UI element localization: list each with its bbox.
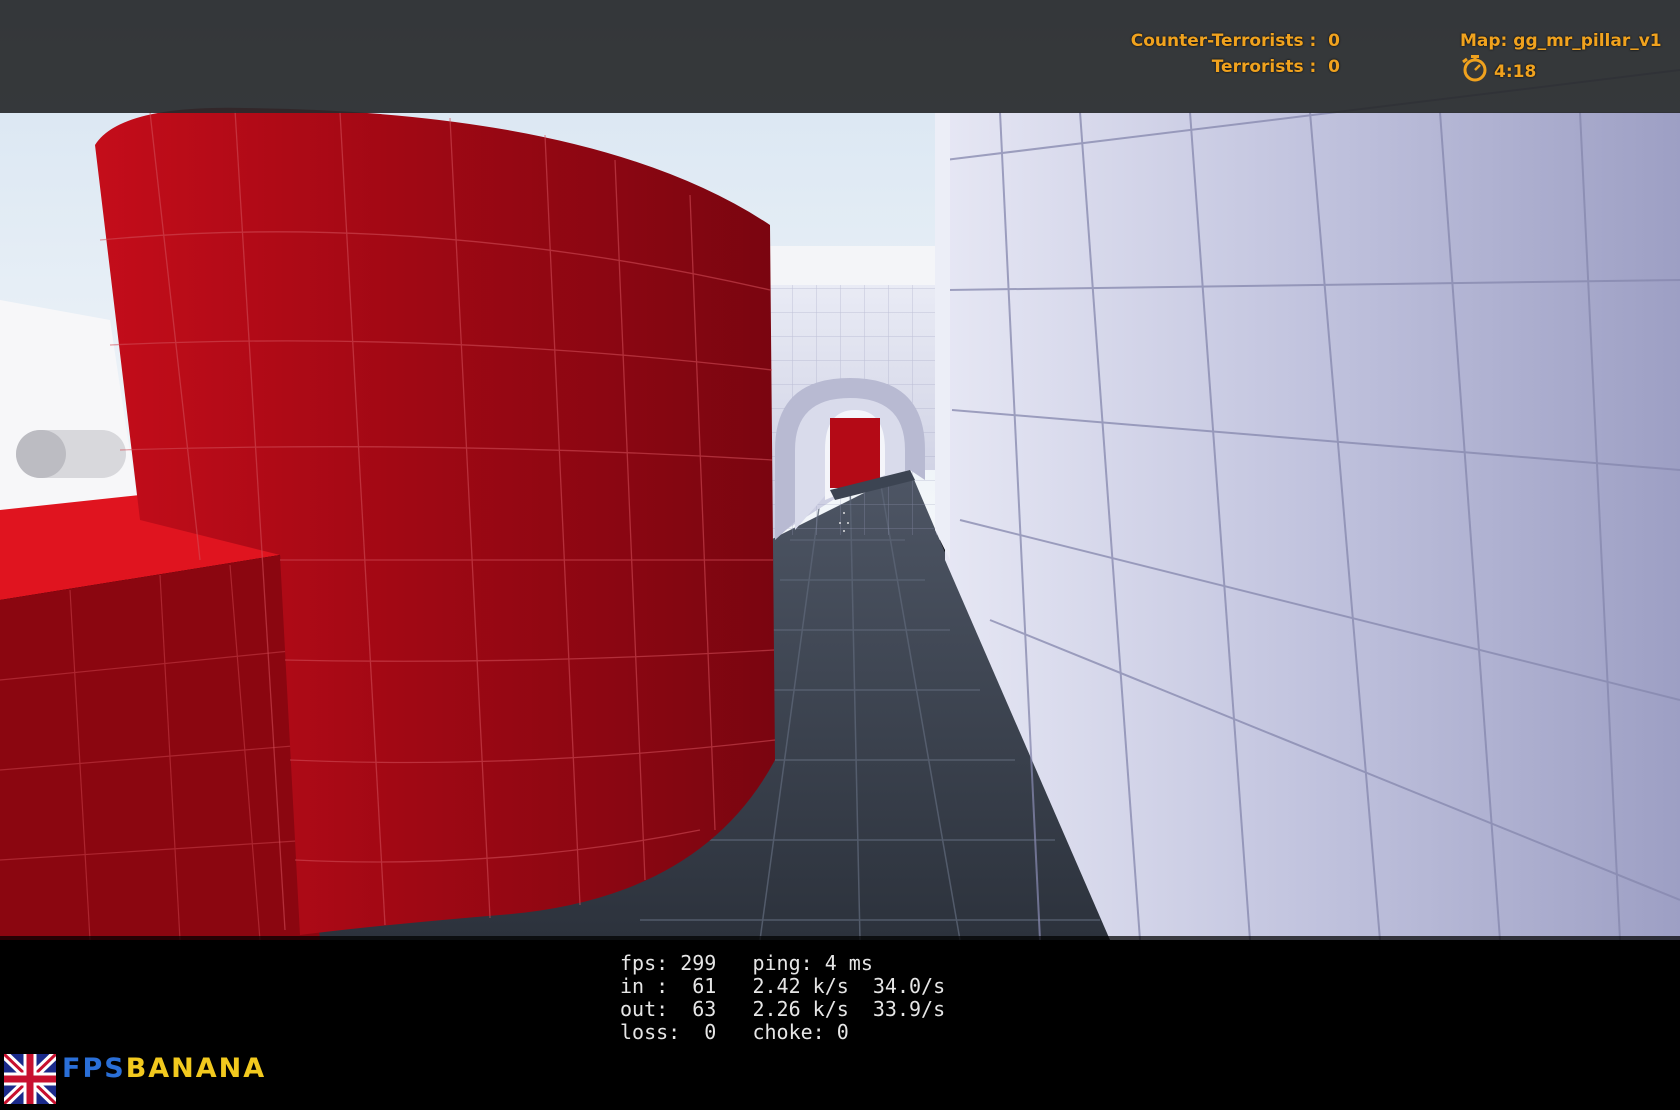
t-label: Terrorists : [1211, 57, 1317, 77]
top-hud-bar [0, 0, 1680, 113]
t-score-row: Terrorists : 0 [1131, 54, 1340, 80]
watermark-part1: FPS [62, 1053, 126, 1084]
netgraph-out-line: out: 63 2.26 k/s 33.9/s [620, 997, 946, 1021]
netgraph-fps-line: fps: 299 ping: 4 ms [620, 951, 873, 975]
watermark-part2: BANANA [125, 1053, 267, 1084]
game-viewport[interactable]: Counter-Terrorists : 0 Terrorists : 0 Ma… [0, 0, 1680, 1110]
ct-score-row: Counter-Terrorists : 0 [1131, 28, 1340, 54]
team-scoreboard: Counter-Terrorists : 0 Terrorists : 0 [1131, 28, 1340, 80]
netgraph: fps: 299 ping: 4 ms in : 61 2.42 k/s 34.0… [620, 952, 945, 1044]
map-info: Map: gg_mr_pillar_v1 4:18 [1460, 28, 1662, 90]
timer-value: 4:18 [1494, 62, 1537, 82]
netgraph-loss-line: loss: 0 choke: 0 [620, 1020, 849, 1044]
fpsbanana-watermark: FPSBANANA [0, 1050, 267, 1108]
t-score: 0 [1328, 57, 1340, 77]
map-name: Map: gg_mr_pillar_v1 [1460, 31, 1662, 51]
ct-label: Counter-Terrorists : [1130, 31, 1317, 51]
netgraph-in-line: in : 61 2.42 k/s 34.0/s [620, 974, 946, 998]
union-jack-icon [0, 1050, 60, 1108]
stopwatch-icon [1460, 54, 1492, 90]
round-timer: 4:18 [1460, 54, 1662, 90]
watermark-text: FPSBANANA [62, 1053, 267, 1084]
ct-score: 0 [1328, 31, 1340, 51]
